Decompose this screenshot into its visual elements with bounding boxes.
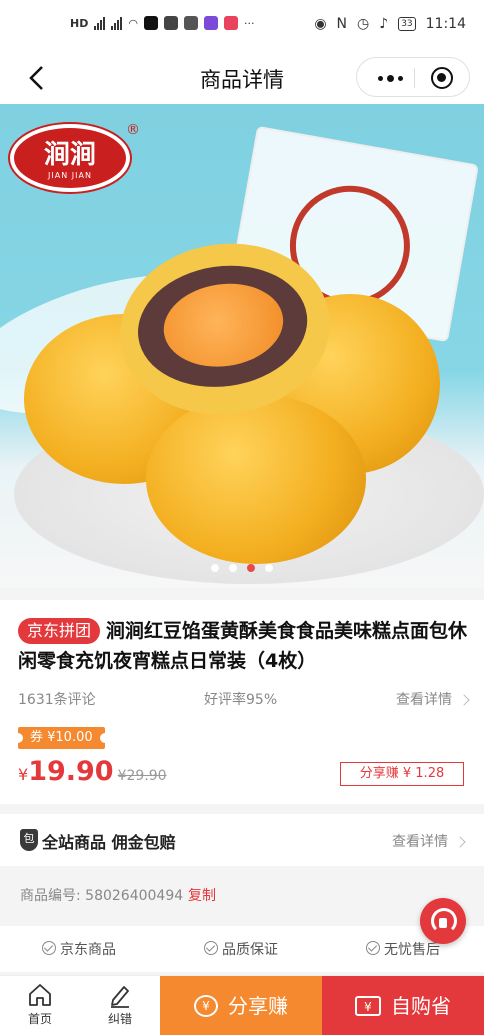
app-icon xyxy=(203,16,218,30)
currency-symbol: ¥ xyxy=(18,765,29,784)
self-purchase-save-button[interactable]: ¥ 自购省 xyxy=(322,976,484,1035)
app-icon-2 xyxy=(223,16,238,30)
product-info-card: 京东拼团 涧涧红豆馅蛋黄酥美食食品美味糕点面包休闲零食充饥夜宵糕点日常装（4枚） … xyxy=(0,600,484,804)
check-circle-icon xyxy=(366,941,380,955)
miniapp-capsule xyxy=(356,57,470,97)
original-price: ¥29.90 xyxy=(117,768,167,784)
product-title-block: 京东拼团 涧涧红豆馅蛋黄酥美食食品美味糕点面包休闲零食充饥夜宵糕点日常装（4枚） xyxy=(18,616,468,676)
status-time: 11:14 xyxy=(425,16,466,32)
guarantee-text: 全站商品 佣金包赔 xyxy=(42,833,176,852)
sku-number: 商品编号: 58026400494 xyxy=(20,888,184,904)
report-error-label: 纠错 xyxy=(107,1012,132,1026)
report-error-tab[interactable]: 纠错 xyxy=(88,982,152,1027)
bottom-action-bar: 首页 纠错 ¥ 分享赚 ¥ 自购省 xyxy=(0,975,484,1035)
more-menu-icon[interactable] xyxy=(373,66,407,90)
home-icon xyxy=(29,984,51,1006)
eye-icon: ◉ xyxy=(314,16,327,32)
product-image-carousel[interactable]: 涧涧 JIAN JIAN ® xyxy=(0,104,484,588)
chevron-right-icon xyxy=(458,694,470,706)
tiktok-icon xyxy=(143,16,158,30)
customer-service-float-button[interactable] xyxy=(420,898,466,944)
carousel-indicator xyxy=(0,564,484,572)
status-bar: HD ◠ ··· ◉ N ◷ ♪ 33 11:14 xyxy=(0,0,484,52)
product-meta-row: 1631条评论 好评率95% 查看详情 xyxy=(18,689,470,711)
check-circle-icon xyxy=(42,941,56,955)
check-circle-icon xyxy=(204,941,218,955)
battery-icon: 33 xyxy=(398,17,416,31)
share-earn-button[interactable]: 分享赚 ¥ 1.28 xyxy=(340,762,464,786)
wechat-icon xyxy=(163,16,178,30)
sku-row: 商品编号: 58026400494 复制 xyxy=(0,874,484,914)
nav-bar: 商品详情 xyxy=(0,52,484,104)
service-item: 京东商品 xyxy=(42,939,116,959)
wifi-icon: ◠ xyxy=(128,16,138,30)
service-item: 品质保证 xyxy=(204,939,278,959)
pastry-image xyxy=(146,394,366,564)
mute-icon: ♪ xyxy=(379,16,389,32)
hd-label: HD xyxy=(70,16,89,30)
view-details-link[interactable]: 查看详情 xyxy=(396,689,470,709)
coupon-badge[interactable]: 券 ¥10.00 xyxy=(13,727,110,749)
chevron-right-icon xyxy=(454,836,466,848)
brand-logo: 涧涧 JIAN JIAN xyxy=(10,124,130,192)
home-label: 首页 xyxy=(27,1012,52,1026)
close-miniapp-icon[interactable] xyxy=(431,67,453,89)
service-row: 京东商品 品质保证 无忧售后 xyxy=(0,926,484,972)
capsule-divider xyxy=(414,68,415,88)
screen: HD ◠ ··· ◉ N ◷ ♪ 33 11:14 商品详情 涧涧 JIAN J… xyxy=(0,0,484,1035)
carousel-dot[interactable] xyxy=(211,564,219,572)
carousel-dot-active[interactable] xyxy=(247,564,255,572)
bell-icon xyxy=(183,16,198,30)
current-price: 19.90 xyxy=(28,756,114,787)
review-count: 1631条评论 xyxy=(18,692,96,708)
carousel-dot[interactable] xyxy=(229,564,237,572)
commission-guarantee-row[interactable]: 包 全站商品 佣金包赔 查看详情 xyxy=(0,814,484,866)
service-item: 无忧售后 xyxy=(366,939,440,959)
registered-mark: ® xyxy=(126,122,140,138)
jd-group-buy-tag: 京东拼团 xyxy=(18,618,101,644)
more-notifications-icon: ··· xyxy=(243,16,255,30)
carousel-dot[interactable] xyxy=(265,564,273,572)
edit-pencil-icon xyxy=(111,986,129,1008)
signal-icon xyxy=(94,16,106,30)
home-tab[interactable]: 首页 xyxy=(8,982,72,1027)
copy-sku-button[interactable]: 复制 xyxy=(188,885,216,905)
guarantee-details-link[interactable]: 查看详情 xyxy=(392,831,466,851)
status-right: ◉ N ◷ ♪ 33 11:14 xyxy=(314,16,466,32)
positive-rating: 好评率95% xyxy=(204,692,278,708)
guarantee-shield-icon: 包 xyxy=(20,829,38,851)
ticket-icon: ¥ xyxy=(355,995,381,1016)
price-block: ¥19.90 ¥29.90 xyxy=(18,756,167,787)
alarm-icon: ◷ xyxy=(357,16,370,32)
signal-icon-2 xyxy=(111,16,123,30)
nfc-icon: N xyxy=(336,16,348,32)
share-earn-main-button[interactable]: ¥ 分享赚 xyxy=(160,976,322,1035)
status-left: HD ◠ ··· xyxy=(70,16,254,30)
coin-icon: ¥ xyxy=(194,994,218,1017)
